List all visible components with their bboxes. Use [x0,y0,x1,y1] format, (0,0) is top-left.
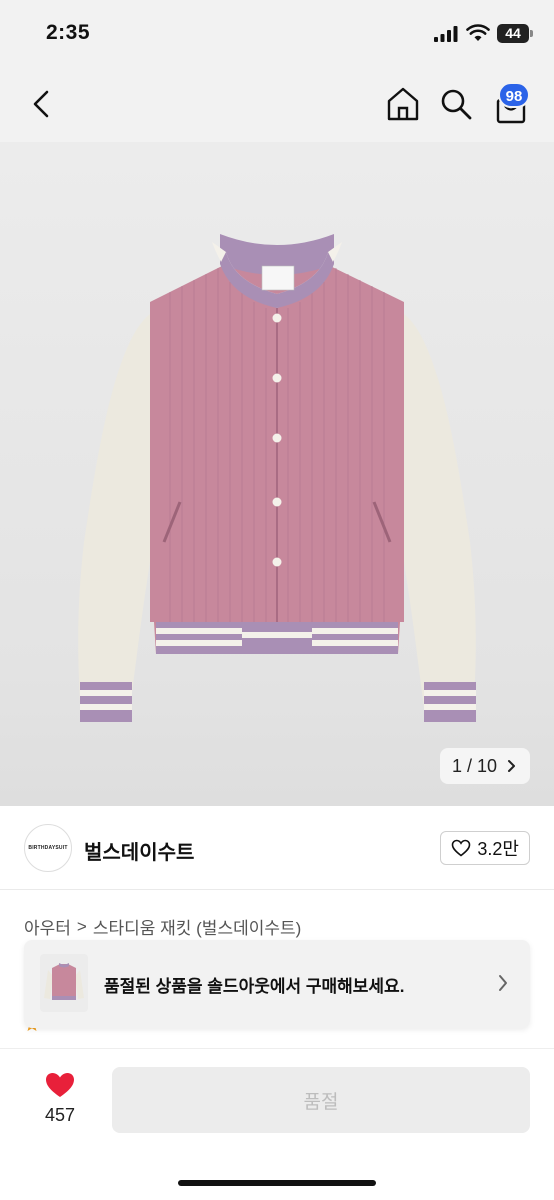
brand-like-count: 3.2만 [477,839,519,859]
status-time: 2:35 [46,21,91,44]
soldout-buy-button[interactable]: 품절 [112,1067,530,1133]
chevron-right-icon [499,975,507,991]
chevron-right-icon [508,760,515,772]
heart-outline-icon [452,839,471,857]
image-counter-text: 1 / 10 [451,756,497,776]
home-indicator [178,1180,376,1186]
breadcrumb-product[interactable]: 스타디움 재킷 (벌스데이수트) [93,914,301,939]
soldout-banner-text: 품절된 상품을 솔드아웃에서 구매해보세요. [104,977,405,996]
battery-level: 44 [497,24,529,43]
back-button[interactable] [26,86,58,122]
status-bar: 2:35 44 [0,0,554,66]
brand-logo-text: BIRTHDAYSUIT [28,845,68,851]
bottom-action-bar: 457 품절 [0,1048,554,1200]
breadcrumb: 아우터 > 스타디움 재킷 (벌스데이수트) [24,914,301,939]
product-image-carousel[interactable]: 1 / 10 [0,142,554,806]
soldout-banner[interactable]: 품절된 상품을 솔드아웃에서 구매해보세요. [24,940,530,1028]
search-button[interactable] [438,85,474,123]
wish-count: 457 [44,1105,76,1125]
home-button[interactable] [384,84,422,124]
product-photo [78,234,476,722]
battery-tip [530,30,533,37]
breadcrumb-category[interactable]: 아우터 [24,914,71,939]
heart-filled-icon [46,1073,74,1097]
brand-row: BIRTHDAYSUIT 벌스데이수트 3.2만 [0,806,554,890]
breadcrumb-separator: > [76,916,87,936]
wifi-icon [466,24,490,41]
banner-product-thumbnail [40,954,88,1012]
cart-count-badge: 98 [498,82,530,108]
signal-icon [434,26,458,42]
image-counter[interactable]: 1 / 10 [439,748,530,784]
top-nav-bar: 98 [0,66,554,142]
brand-logo[interactable]: BIRTHDAYSUIT [24,824,72,872]
battery-icon: 44 [497,24,533,43]
brand-name[interactable]: 벌스데이수트 [84,836,194,865]
brand-like-button[interactable]: 3.2만 [440,831,530,865]
